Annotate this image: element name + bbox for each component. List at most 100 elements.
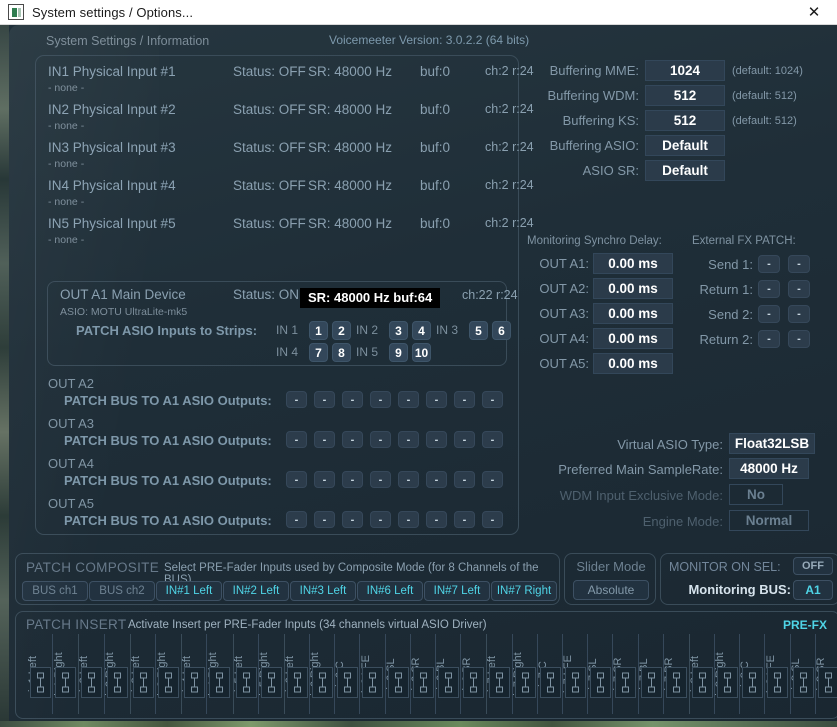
composite-slot-button[interactable]: BUS ch1 <box>22 581 88 601</box>
insert-toggle-icon[interactable] <box>717 667 739 698</box>
buffering-value[interactable]: Default <box>645 160 725 181</box>
close-icon[interactable]: ✕ <box>791 0 837 24</box>
bus-slot-button[interactable]: - <box>398 471 419 488</box>
bus-slot-button[interactable]: - <box>398 511 419 528</box>
buffering-value[interactable]: 512 <box>645 85 725 106</box>
bus-slot-button[interactable]: - <box>370 431 391 448</box>
composite-slot-button[interactable]: IN#6 Left <box>357 581 423 601</box>
insert-toggle-icon[interactable] <box>792 667 814 698</box>
slider-mode-button[interactable]: Absolute <box>573 580 649 600</box>
synchro-value[interactable]: 0.00 ms <box>593 328 673 349</box>
bus-slot-button[interactable]: - <box>482 471 503 488</box>
bus-slot-button[interactable]: - <box>426 391 447 408</box>
insert-toggle-icon[interactable] <box>157 667 179 698</box>
bus-slot-button[interactable]: - <box>482 391 503 408</box>
insert-toggle-icon[interactable] <box>312 667 334 698</box>
asio-strip-button[interactable]: 5 <box>469 321 488 340</box>
insert-toggle-icon[interactable] <box>184 667 206 698</box>
bus-slot-button[interactable]: - <box>314 431 335 448</box>
option-value[interactable]: Float32LSB <box>729 433 815 454</box>
asio-strip-button[interactable]: 4 <box>412 321 431 340</box>
device-row[interactable]: IN2 Physical Input #2 Status: OFF SR: 4800… <box>48 102 534 117</box>
bus-slot-button[interactable]: - <box>342 511 363 528</box>
insert-toggle-icon[interactable] <box>30 667 51 698</box>
bus-slot-button[interactable]: - <box>370 471 391 488</box>
asio-strip-button[interactable]: 9 <box>389 343 408 362</box>
fxpatch-slot-button[interactable]: - <box>758 280 780 298</box>
fxpatch-slot-button[interactable]: - <box>758 255 780 273</box>
buffering-value[interactable]: Default <box>645 135 725 156</box>
synchro-value[interactable]: 0.00 ms <box>593 303 673 324</box>
insert-toggle-icon[interactable] <box>362 667 384 698</box>
insert-toggle-icon[interactable] <box>412 667 434 698</box>
asio-strip-button[interactable]: 2 <box>332 321 351 340</box>
insert-toggle-icon[interactable] <box>590 667 612 698</box>
insert-toggle-icon[interactable] <box>106 667 128 698</box>
bus-slot-button[interactable]: - <box>286 431 307 448</box>
pre-fx-button[interactable]: PRE-FX <box>783 618 827 632</box>
bus-slot-button[interactable]: - <box>454 471 475 488</box>
insert-toggle-icon[interactable] <box>691 667 713 698</box>
asio-strip-button[interactable]: 8 <box>332 343 351 362</box>
fxpatch-slot-button[interactable]: - <box>758 305 780 323</box>
bus-slot-button[interactable]: - <box>286 471 307 488</box>
insert-toggle-icon[interactable] <box>337 667 359 698</box>
bus-slot-button[interactable]: - <box>286 391 307 408</box>
bus-slot-button[interactable]: - <box>370 511 391 528</box>
insert-toggle-icon[interactable] <box>489 667 511 698</box>
insert-toggle-icon[interactable] <box>742 667 764 698</box>
asio-strip-button[interactable]: 6 <box>492 321 511 340</box>
buffering-value[interactable]: 1024 <box>645 60 725 81</box>
composite-slot-button[interactable]: IN#1 Left <box>156 581 222 601</box>
synchro-value[interactable]: 0.00 ms <box>593 253 673 274</box>
bus-slot-button[interactable]: - <box>454 511 475 528</box>
synchro-value[interactable]: 0.00 ms <box>593 278 673 299</box>
composite-slot-button[interactable]: IN#2 Left <box>223 581 289 601</box>
monitoring-bus-button[interactable]: A1 <box>793 580 833 600</box>
fxpatch-slot-button[interactable]: - <box>788 255 810 273</box>
bus-slot-button[interactable]: - <box>454 391 475 408</box>
bus-slot-button[interactable]: - <box>482 511 503 528</box>
device-row[interactable]: IN3 Physical Input #3 Status: OFF SR: 4800… <box>48 140 534 155</box>
asio-strip-button[interactable]: 7 <box>309 343 328 362</box>
option-value[interactable]: 48000 Hz <box>729 458 809 479</box>
insert-toggle-icon[interactable] <box>438 667 459 698</box>
insert-toggle-icon[interactable] <box>286 667 308 698</box>
insert-toggle-icon[interactable] <box>514 667 536 698</box>
insert-toggle-icon[interactable] <box>817 667 837 698</box>
bus-slot-button[interactable]: - <box>342 471 363 488</box>
insert-toggle-icon[interactable] <box>55 667 77 698</box>
bus-slot-button[interactable]: - <box>286 511 307 528</box>
device-row[interactable]: IN5 Physical Input #5 Status: OFF SR: 4800… <box>48 216 534 231</box>
composite-slot-button[interactable]: IN#7 Right <box>491 581 557 601</box>
monitor-on-sel-button[interactable]: OFF <box>793 557 833 575</box>
device-row[interactable]: IN4 Physical Input #4 Status: OFF SR: 4800… <box>48 178 534 193</box>
bus-slot-button[interactable]: - <box>314 391 335 408</box>
bus-slot-button[interactable]: - <box>426 471 447 488</box>
composite-slot-button[interactable]: IN#7 Left <box>424 581 490 601</box>
bus-slot-button[interactable]: - <box>426 431 447 448</box>
synchro-value[interactable]: 0.00 ms <box>593 353 673 374</box>
composite-slot-button[interactable]: IN#3 Left <box>290 581 356 601</box>
bus-slot-button[interactable]: - <box>342 431 363 448</box>
bus-slot-button[interactable]: - <box>454 431 475 448</box>
bus-slot-button[interactable]: - <box>370 391 391 408</box>
insert-toggle-icon[interactable] <box>81 667 103 698</box>
fxpatch-slot-button[interactable]: - <box>788 280 810 298</box>
insert-toggle-icon[interactable] <box>387 667 409 698</box>
fxpatch-slot-button[interactable]: - <box>758 330 780 348</box>
buffering-value[interactable]: 512 <box>645 110 725 131</box>
insert-toggle-icon[interactable] <box>235 667 257 698</box>
bus-slot-button[interactable]: - <box>314 471 335 488</box>
insert-toggle-icon[interactable] <box>260 667 282 698</box>
insert-toggle-icon[interactable] <box>640 667 662 698</box>
insert-toggle-icon[interactable] <box>463 667 485 698</box>
asio-strip-button[interactable]: 1 <box>309 321 328 340</box>
bus-slot-button[interactable]: - <box>426 511 447 528</box>
bus-slot-button[interactable]: - <box>342 391 363 408</box>
insert-toggle-icon[interactable] <box>665 667 687 698</box>
fxpatch-slot-button[interactable]: - <box>788 305 810 323</box>
insert-toggle-icon[interactable] <box>615 667 637 698</box>
bus-slot-button[interactable]: - <box>398 431 419 448</box>
bus-slot-button[interactable]: - <box>314 511 335 528</box>
